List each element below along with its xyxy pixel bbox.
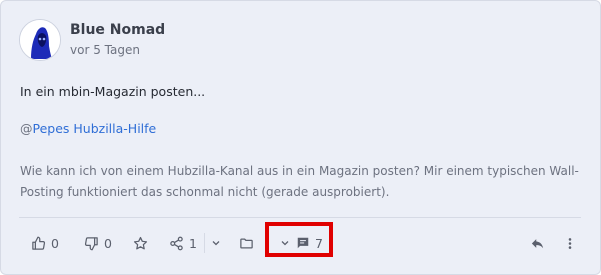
highlight-box [265, 222, 333, 257]
separator [204, 233, 205, 253]
thumb-up-icon [31, 236, 46, 251]
share-icon [169, 236, 184, 251]
thumb-down-icon [84, 236, 99, 251]
reply-icon [530, 236, 545, 251]
share-options-dropdown[interactable] [210, 231, 222, 255]
mention-link[interactable]: Pepes Hubzilla-Hilfe [33, 121, 157, 136]
folder-button[interactable] [239, 231, 254, 255]
like-button[interactable]: 0 [31, 231, 59, 255]
avatar-image [20, 20, 60, 60]
author-name[interactable]: Blue Nomad [70, 22, 165, 38]
more-vertical-icon [563, 236, 577, 251]
dislike-count: 0 [104, 235, 112, 251]
mention-prefix: @ [20, 121, 33, 136]
more-options-button[interactable] [563, 231, 577, 255]
dislike-button[interactable]: 0 [84, 231, 112, 255]
avatar[interactable] [19, 19, 61, 61]
folder-icon [239, 236, 254, 251]
reply-button[interactable] [530, 231, 545, 255]
divider [19, 217, 581, 218]
chevron-down-icon [210, 237, 222, 249]
mention: @Pepes Hubzilla-Hilfe [20, 121, 156, 136]
post-body: Wie kann ich von einem Hubzilla-Kanal au… [20, 164, 579, 199]
favorite-button[interactable] [133, 231, 148, 255]
post-title: In ein mbin-Magazin posten... [20, 84, 206, 99]
share-button[interactable]: 1 [169, 231, 197, 255]
like-count: 0 [51, 235, 59, 251]
post-timestamp[interactable]: vor 5 Tagen [70, 43, 140, 57]
share-count: 1 [189, 235, 197, 251]
star-icon [133, 236, 148, 251]
